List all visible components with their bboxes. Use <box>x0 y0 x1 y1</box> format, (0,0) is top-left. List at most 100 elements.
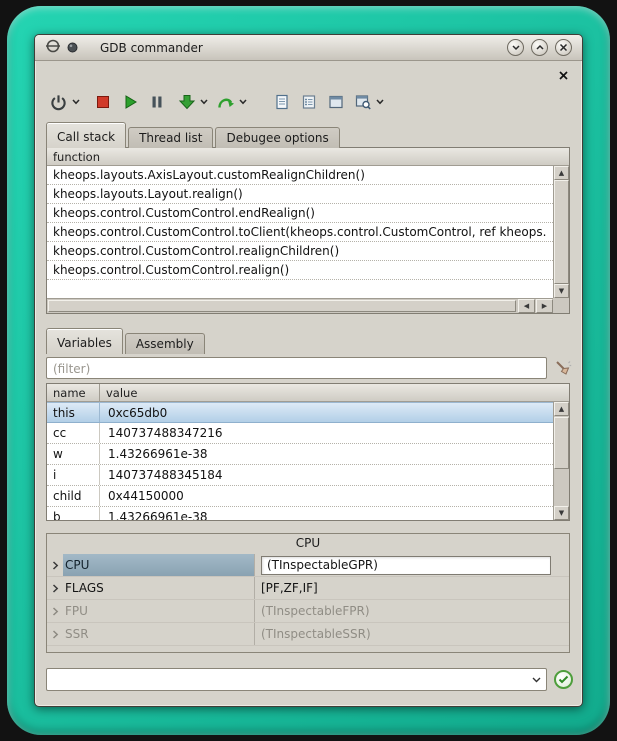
middle-tabbar: Variables Assembly <box>46 328 207 354</box>
scroll-left-button[interactable]: ◀ <box>518 299 535 313</box>
window-search-icon[interactable] <box>354 93 372 111</box>
variable-name: i <box>47 465 100 485</box>
filter-input[interactable] <box>47 359 546 379</box>
variables-header: name value <box>47 384 569 402</box>
scroll-thumb[interactable] <box>48 300 516 312</box>
command-input[interactable] <box>47 669 526 690</box>
gdb-commander-window: GDB commander <box>34 34 583 707</box>
titlebar-buttons <box>507 39 572 56</box>
variable-row[interactable]: this 0xc65db0 <box>47 402 553 423</box>
register-group-name: SSR <box>63 623 255 645</box>
scroll-thumb[interactable] <box>554 417 569 469</box>
cpu-tree-row[interactable]: FLAGS [PF,ZF,IF] <box>47 577 569 600</box>
clear-filter-icon[interactable] <box>553 358 573 378</box>
power-button[interactable] <box>49 93 68 112</box>
scrollbar-corner <box>553 298 569 313</box>
variable-value: 140737488345184 <box>100 465 553 485</box>
cpu-panel-title: CPU <box>47 534 569 552</box>
call-stack-panel: function kheops.layouts.AxisLayout.custo… <box>46 147 570 314</box>
register-group-value: (TInspectableSSR) <box>255 623 569 645</box>
step-over-button[interactable] <box>216 93 235 111</box>
variable-value: 1.43266961e-38 <box>100 507 553 520</box>
cpu-register-tree: CPU (TInspectableGPR) FLAGS [PF,ZF,IF] <box>47 554 569 646</box>
pause-button[interactable] <box>148 93 166 111</box>
command-combobox <box>46 668 547 691</box>
tab-thread-list[interactable]: Thread list <box>128 127 213 148</box>
scroll-right-button[interactable]: ▶ <box>536 299 553 313</box>
app-icon <box>45 38 61 58</box>
window-search-dropdown-icon[interactable] <box>376 99 384 105</box>
call-stack-row[interactable]: kheops.control.CustomControl.toClient(kh… <box>47 223 553 242</box>
register-group-value: [PF,ZF,IF] <box>255 577 569 599</box>
titlebar[interactable]: GDB commander <box>35 35 582 61</box>
call-stack-vertical-scrollbar[interactable]: ▲ ▼ <box>553 166 569 298</box>
variable-row[interactable]: i 140737488345184 <box>47 465 553 486</box>
cpu-tree-row[interactable]: FPU (TInspectableFPR) <box>47 600 569 623</box>
cpu-tree-row[interactable]: SSR (TInspectableSSR) <box>47 623 569 646</box>
variable-row[interactable]: w 1.43266961e-38 <box>47 444 553 465</box>
shade-button[interactable] <box>507 39 524 56</box>
variable-name: b <box>47 507 100 520</box>
stop-button[interactable] <box>94 93 112 111</box>
scroll-up-button[interactable]: ▲ <box>554 166 569 180</box>
variable-row[interactable]: child 0x44150000 <box>47 486 553 507</box>
variable-value: 140737488347216 <box>100 423 553 443</box>
register-group-value-editor[interactable]: (TInspectableGPR) <box>261 556 551 575</box>
register-group-value: (TInspectableFPR) <box>255 600 569 622</box>
tab-debugee-options[interactable]: Debugee options <box>215 127 339 148</box>
combo-dropdown-icon[interactable] <box>526 669 546 690</box>
run-button[interactable] <box>121 93 139 111</box>
register-group-name: FPU <box>63 600 255 622</box>
close-button[interactable] <box>555 39 572 56</box>
list-icon[interactable] <box>300 93 318 111</box>
call-stack-horizontal-scrollbar[interactable]: ◀ ▶ <box>47 298 553 313</box>
scroll-up-button[interactable]: ▲ <box>554 402 569 416</box>
call-stack-list: kheops.layouts.AxisLayout.customRealignC… <box>47 166 553 298</box>
top-tabbar: Call stack Thread list Debugee options <box>46 122 342 148</box>
scroll-down-button[interactable]: ▼ <box>554 284 569 298</box>
power-dropdown-icon[interactable] <box>72 99 80 105</box>
debug-toolbar <box>49 85 393 119</box>
window-icon[interactable] <box>327 93 345 111</box>
app-badge-icon <box>67 38 78 57</box>
variable-name: w <box>47 444 100 464</box>
variable-name: this <box>47 403 100 422</box>
scroll-down-button[interactable]: ▼ <box>554 506 569 520</box>
column-name: name <box>47 384 100 401</box>
variable-name: child <box>47 486 100 506</box>
call-stack-row[interactable]: kheops.control.CustomControl.realign() <box>47 261 553 280</box>
call-stack-row[interactable]: kheops.layouts.AxisLayout.customRealignC… <box>47 166 553 185</box>
call-stack-row[interactable]: kheops.control.CustomControl.endRealign(… <box>47 204 553 223</box>
variables-vertical-scrollbar[interactable]: ▲ ▼ <box>553 402 569 520</box>
report-icon[interactable] <box>273 93 291 111</box>
cpu-panel: CPU CPU (TInspectableGPR) FLAGS <box>46 533 570 653</box>
tab-call-stack[interactable]: Call stack <box>46 122 126 148</box>
screen: GDB commander <box>0 0 617 741</box>
cpu-tree-row[interactable]: CPU (TInspectableGPR) <box>47 554 569 577</box>
register-group-value-cell: (TInspectableGPR) <box>255 554 569 576</box>
expander-icon[interactable] <box>47 600 63 622</box>
expander-icon[interactable] <box>47 577 63 599</box>
call-stack-header: function <box>47 148 569 166</box>
step-over-dropdown-icon[interactable] <box>239 99 247 105</box>
variable-value: 1.43266961e-38 <box>100 444 553 464</box>
scroll-thumb[interactable] <box>554 180 569 284</box>
call-stack-row[interactable]: kheops.layouts.Layout.realign() <box>47 185 553 204</box>
variable-row[interactable]: b 1.43266961e-38 <box>47 507 553 520</box>
tab-variables[interactable]: Variables <box>46 328 123 354</box>
expander-icon[interactable] <box>47 623 63 645</box>
call-stack-row[interactable]: kheops.control.CustomControl.realignChil… <box>47 242 553 261</box>
maximize-button[interactable] <box>531 39 548 56</box>
variable-row[interactable]: cc 140737488347216 <box>47 423 553 444</box>
variables-panel: name value this 0xc65db0 cc 140737488347… <box>46 383 570 521</box>
variable-value: 0x44150000 <box>100 486 553 506</box>
execute-command-button[interactable] <box>554 670 573 689</box>
tab-assembly[interactable]: Assembly <box>125 333 205 354</box>
dock-close-icon[interactable] <box>558 66 569 77</box>
step-into-button[interactable] <box>178 93 196 111</box>
register-group-name: FLAGS <box>63 577 255 599</box>
variables-list: this 0xc65db0 cc 140737488347216 w 1.432… <box>47 402 553 520</box>
expander-icon[interactable] <box>47 554 63 576</box>
filter-box <box>46 357 547 379</box>
step-into-dropdown-icon[interactable] <box>200 99 208 105</box>
